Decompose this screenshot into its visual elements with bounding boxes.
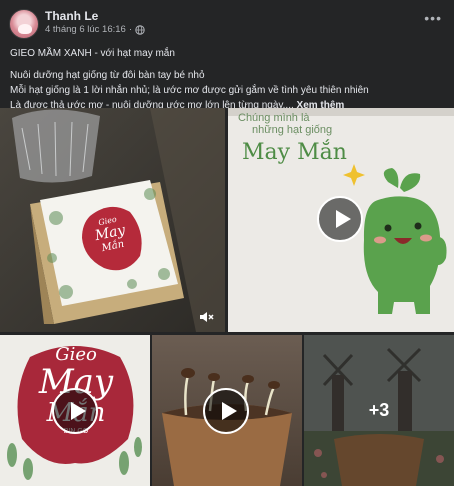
play-icon[interactable]	[203, 388, 249, 434]
caption-line: Mỗi hạt giống là 1 lời nhắn nhủ; là ước …	[10, 85, 369, 96]
card-tagline-2: những hạt giống	[252, 124, 333, 136]
video-thumbnail-seed-box[interactable]: Gieo May Mắn	[0, 108, 225, 332]
card-tagline-1: Chúng mình là	[238, 112, 310, 124]
play-icon[interactable]	[317, 196, 363, 242]
globe-icon[interactable]	[135, 24, 145, 35]
video-thumbnail-windmill[interactable]: +3	[304, 335, 454, 486]
more-horizontal-icon[interactable]: •••	[424, 10, 442, 26]
media-grid: Gieo May Mắn Chúng mình là những hạt giố…	[0, 108, 454, 486]
facebook-post: Thanh Le 4 tháng 6 lúc 16:16 · ••• GIEO …	[0, 0, 454, 486]
more-media-overlay[interactable]: +3	[304, 335, 454, 486]
caption-line: Nuôi dưỡng hạt giống từ đôi bàn tay bé n…	[10, 70, 205, 81]
card-brand: May Mắn	[242, 140, 347, 165]
post-header: Thanh Le 4 tháng 6 lúc 16:16 · •••	[0, 0, 454, 40]
more-media-count: +3	[368, 400, 390, 420]
post-timestamp[interactable]: 4 tháng 6 lúc 16:16	[45, 24, 126, 35]
author-name[interactable]: Thanh Le	[45, 9, 98, 23]
muted-speaker-icon[interactable]	[199, 310, 215, 324]
post-caption: GIEO MẦM XANH - với hạt may mắn Nuôi dưỡ…	[10, 46, 450, 113]
post-meta: 4 tháng 6 lúc 16:16 ·	[45, 24, 145, 35]
author-avatar[interactable]	[9, 9, 39, 39]
caption-title: GIEO MẦM XANH - với hạt may mắn	[10, 48, 175, 59]
play-icon[interactable]	[52, 388, 98, 434]
